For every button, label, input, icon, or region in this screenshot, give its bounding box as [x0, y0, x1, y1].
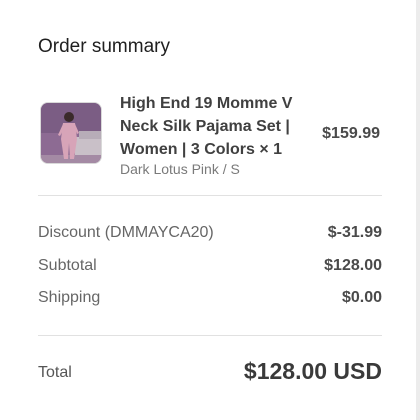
subtotal-value: $128.00 [324, 257, 382, 274]
discount-label: Discount (DMMAYCA20) [38, 224, 214, 241]
product-thumbnail [40, 102, 102, 164]
subtotal-row: Subtotal $128.00 [38, 257, 382, 279]
divider [38, 335, 382, 336]
product-name: High End 19 Momme V Neck Silk Pajama Set… [120, 95, 293, 158]
discount-row: Discount (DMMAYCA20) $-31.99 [38, 224, 382, 246]
product-photo-image [41, 103, 101, 163]
product-price: $159.99 [322, 125, 380, 142]
total-label: Total [38, 364, 72, 381]
total-value: $128.00 USD [243, 358, 382, 384]
panel-edge [416, 0, 420, 420]
order-summary-title: Order summary [38, 36, 170, 57]
subtotal-label: Subtotal [38, 257, 97, 274]
product-line-item: High End 19 Momme V Neck Silk Pajama Set… [40, 92, 382, 182]
shipping-value: $0.00 [341, 289, 382, 306]
divider [38, 195, 382, 196]
shipping-label: Shipping [38, 289, 101, 306]
product-variant: Dark Lotus Pink / S [120, 161, 240, 177]
discount-value: $-31.99 [327, 224, 382, 241]
shipping-row: Shipping $0.00 [38, 289, 382, 311]
